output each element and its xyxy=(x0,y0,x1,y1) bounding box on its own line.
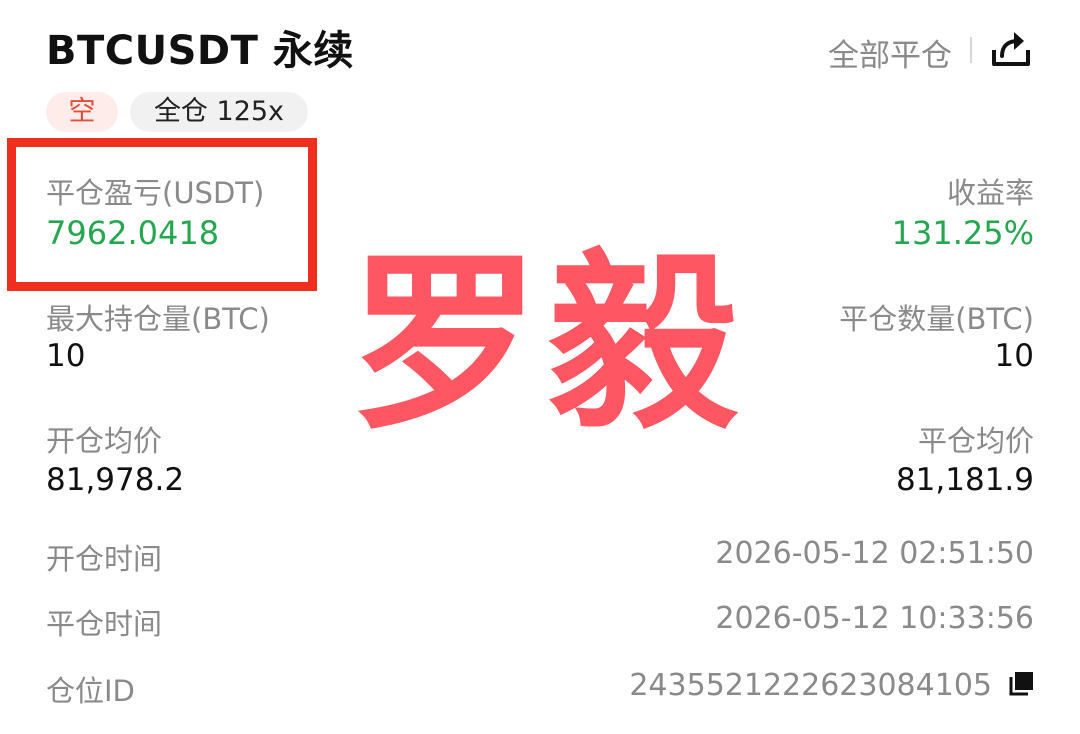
close-time-value: 2026-05-12 10:33:56 xyxy=(715,601,1034,636)
position-id-value: 2435521222623084105 xyxy=(629,668,992,703)
header-divider xyxy=(970,37,972,63)
close-time-label: 平仓时间 xyxy=(46,607,163,641)
roi-value: 131.25% xyxy=(891,214,1034,252)
page-title: BTCUSDT 永续 xyxy=(46,28,354,74)
max-position-value: 10 xyxy=(46,338,86,374)
share-icon[interactable] xyxy=(988,26,1034,72)
close-qty-label: 平仓数量(BTC) xyxy=(839,302,1034,336)
close-avg-label: 平仓均价 xyxy=(917,424,1034,458)
open-time-label: 开仓时间 xyxy=(46,542,163,576)
max-position-label: 最大持仓量(BTC) xyxy=(46,302,270,336)
close-qty-value: 10 xyxy=(994,338,1034,374)
margin-leverage-badge: 全仓 125x xyxy=(130,92,308,132)
copy-icon[interactable] xyxy=(1008,671,1034,697)
watermark-text: 罗毅 xyxy=(350,234,747,455)
open-avg-value: 81,978.2 xyxy=(46,462,185,498)
position-id-label: 仓位ID xyxy=(46,674,135,708)
close-all-button[interactable]: 全部平仓 xyxy=(828,30,952,75)
close-avg-value: 81,181.9 xyxy=(895,462,1034,498)
side-badge: 空 xyxy=(46,92,118,132)
roi-label: 收益率 xyxy=(946,176,1034,210)
open-avg-label: 开仓均价 xyxy=(46,424,163,458)
open-time-value: 2026-05-12 02:51:50 xyxy=(715,536,1034,571)
highlight-annotation-box xyxy=(7,138,317,291)
closed-position-detail: BTCUSDT 永续 全部平仓 空 全仓 125x 平仓盈亏(USDT) 796… xyxy=(0,0,1080,734)
